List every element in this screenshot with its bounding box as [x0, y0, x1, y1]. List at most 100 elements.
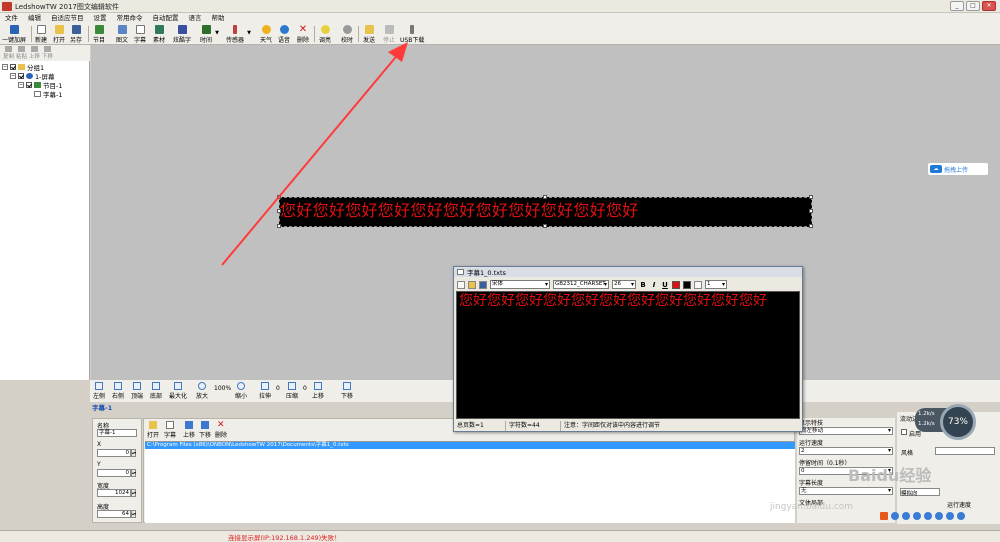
- stay-time-label: 停留时间（0.1秒）: [799, 460, 851, 467]
- align-left-button[interactable]: 左侧: [93, 382, 105, 400]
- width-field[interactable]: 1024: [97, 489, 131, 497]
- compress-icon: [288, 382, 296, 390]
- stretch-value: 0: [276, 385, 280, 392]
- zoom-out-button[interactable]: 缩小: [235, 382, 247, 400]
- ime-icon[interactable]: [880, 512, 888, 520]
- editor-status-bar: 总页数=1 字符数=44 注意：字间距仅对该中内容进行调节: [454, 421, 802, 431]
- editor-toolbar: 宋体 GB2312_CHARSET 26 B I U 1: [454, 278, 802, 291]
- file-list[interactable]: C:\Program Files (x86)\ONBON\LedshowTW 2…: [145, 441, 795, 523]
- save-icon[interactable]: [479, 280, 487, 289]
- align-top-button[interactable]: 顶端: [131, 382, 143, 400]
- shirt-icon[interactable]: [946, 512, 954, 520]
- spacing-field[interactable]: 1: [705, 280, 727, 289]
- new-doc-icon[interactable]: [457, 280, 465, 289]
- speed-select[interactable]: 2: [799, 447, 893, 455]
- border-mode-select[interactable]: 模拟向: [900, 488, 940, 497]
- arrow-up-icon: [185, 421, 193, 429]
- subtitle-file-button[interactable]: 字幕: [164, 421, 176, 439]
- file-move-up-button[interactable]: 上移: [183, 421, 195, 439]
- compress-button[interactable]: 压缩: [286, 382, 298, 400]
- spin-arrows-icon[interactable]: ▴▾: [131, 489, 136, 497]
- arrow-up-icon: [314, 382, 322, 390]
- edit-icon: [166, 421, 174, 429]
- compress-value: 0: [303, 385, 307, 392]
- align-bottom-button[interactable]: 底部: [150, 382, 162, 400]
- moon-icon[interactable]: [891, 512, 899, 520]
- speed-label: 运行速度: [799, 440, 824, 447]
- keyboard-icon[interactable]: [935, 512, 943, 520]
- spin-arrows-icon[interactable]: ▴▾: [131, 449, 136, 457]
- folder-icon: [149, 421, 157, 429]
- mic-icon[interactable]: [924, 512, 932, 520]
- cloud-icon: ☁: [930, 165, 942, 173]
- spacing-icon: [694, 280, 702, 289]
- charset-select[interactable]: GB2312_CHARSET: [553, 280, 609, 289]
- grid-icon[interactable]: [957, 512, 965, 520]
- underline-button[interactable]: U: [661, 281, 669, 289]
- move-down-layer-button[interactable]: 下移: [341, 382, 353, 400]
- spin-arrows-icon[interactable]: ▴▾: [131, 510, 136, 518]
- align-bottom-icon: [152, 382, 160, 390]
- border-speed-label: 运行速度: [947, 502, 972, 509]
- stretch-icon: [261, 382, 269, 390]
- align-left-icon: [95, 382, 103, 390]
- align-right-button[interactable]: 右侧: [112, 382, 124, 400]
- open-folder-icon[interactable]: [468, 280, 476, 289]
- italic-button[interactable]: I: [650, 281, 658, 289]
- spacing-note: 注意：字间距仅对该中内容进行调节: [564, 422, 661, 429]
- x-label: X: [97, 441, 102, 448]
- enable-checkbox[interactable]: [901, 429, 907, 435]
- editor-content: 您好您好您好您好您好您好您好您好您好您好您好: [459, 293, 767, 309]
- char-count: 字符数=44: [506, 421, 561, 431]
- move-up-layer-button[interactable]: 上移: [312, 382, 324, 400]
- arrow-down-icon: [343, 382, 351, 390]
- arrow-down-icon: [201, 421, 209, 429]
- effect-select[interactable]: 向左移动: [799, 427, 893, 435]
- connection-error: 连接显示屏(IP:192.168.1.249)失败！: [228, 534, 341, 542]
- watermark: Baidu经验: [848, 466, 932, 485]
- zoom-out-icon: [237, 382, 245, 390]
- text-edit-area[interactable]: 您好您好您好您好您好您好您好您好您好您好您好: [456, 291, 800, 419]
- properties-panel: 名称 字幕-1 X 0 ▴▾ Y 0 ▴▾ 宽度 1024 ▴▾ 高度 64 ▴…: [92, 418, 142, 523]
- cpu-usage-widget[interactable]: 73%: [940, 404, 976, 440]
- style-label: 风格: [901, 450, 914, 457]
- page-count: 总页数=1: [454, 421, 506, 431]
- file-delete-button[interactable]: ✕ 删除: [215, 421, 227, 440]
- zoom-level: 100%: [214, 385, 232, 392]
- stretch-button[interactable]: 拉伸: [259, 382, 271, 400]
- open-file-button[interactable]: 打开: [147, 421, 159, 439]
- zoom-in-icon: [198, 382, 206, 390]
- editor-title-bar: 字幕1_0.txts: [454, 267, 802, 277]
- status-bar: 连接显示屏(IP:192.168.1.249)失败！: [0, 530, 1000, 542]
- align-right-icon: [114, 382, 122, 390]
- y-label: Y: [97, 461, 101, 468]
- text-editor-window: 字幕1_0.txts 宋体 GB2312_CHARSET 26 B I U 1 …: [453, 266, 803, 432]
- document-icon: [457, 269, 464, 275]
- drag-upload-button[interactable]: ☁ 拖拽上传: [928, 163, 988, 175]
- font-select[interactable]: 宋体: [490, 280, 550, 289]
- name-field[interactable]: 字幕-1: [97, 429, 137, 437]
- file-move-down-button[interactable]: 下移: [199, 421, 211, 439]
- dot-icon[interactable]: [902, 512, 910, 520]
- length-select[interactable]: 无: [799, 487, 893, 495]
- x-field[interactable]: 0: [97, 449, 131, 457]
- background-color-swatch[interactable]: [683, 280, 691, 289]
- font-size-select[interactable]: 26: [612, 280, 636, 289]
- zoom-in-button[interactable]: 放大: [196, 382, 208, 400]
- length-label: 字幕长度: [799, 480, 824, 487]
- border-style-select[interactable]: [935, 447, 995, 455]
- list-item[interactable]: C:\Program Files (x86)\ONBON\LedshowTW 2…: [145, 442, 795, 449]
- watermark-url: jingyan.baidu.com: [770, 502, 854, 512]
- maximize-region-button[interactable]: 最大化: [169, 382, 187, 400]
- system-tray: [880, 512, 965, 520]
- y-field[interactable]: 0: [97, 469, 131, 477]
- file-list-panel: 打开 字幕 上移 下移 ✕ 删除 C:\Program Files (x86)\O…: [143, 418, 795, 523]
- bold-button[interactable]: B: [639, 281, 647, 289]
- spin-arrows-icon[interactable]: ▴▾: [131, 469, 136, 477]
- smile-icon[interactable]: [913, 512, 921, 520]
- text-color-swatch[interactable]: [672, 280, 680, 289]
- selected-item-title: 字幕-1: [92, 404, 113, 412]
- align-top-icon: [133, 382, 141, 390]
- maximize-icon: [174, 382, 182, 390]
- height-field[interactable]: 64: [97, 510, 131, 518]
